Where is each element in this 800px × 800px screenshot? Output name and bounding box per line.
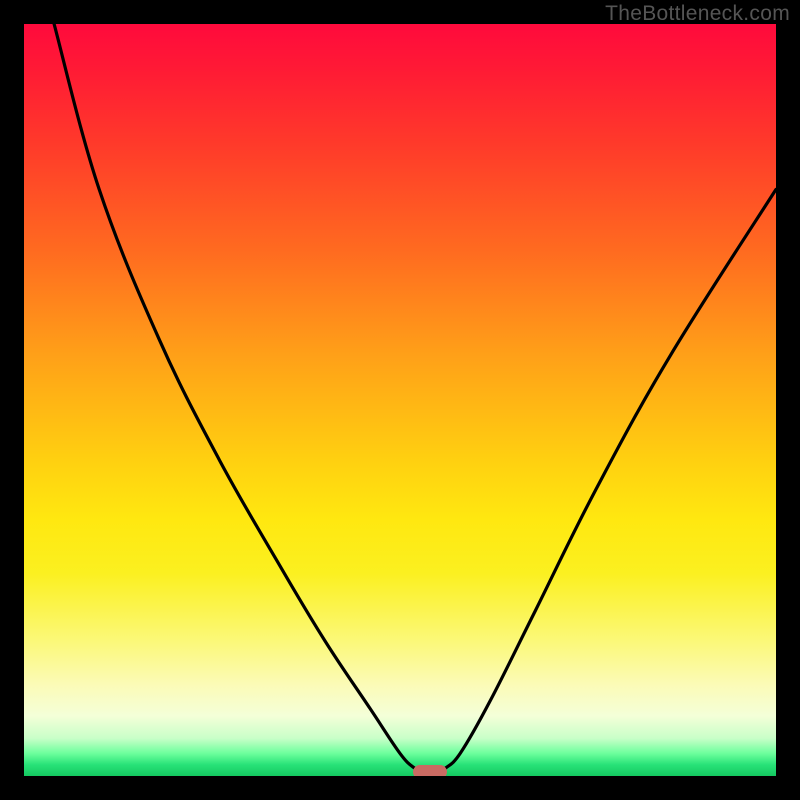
bottleneck-curve — [54, 24, 776, 774]
chart-frame: TheBottleneck.com — [0, 0, 800, 800]
optimal-marker — [413, 765, 447, 776]
plot-area — [24, 24, 776, 776]
curve-svg — [24, 24, 776, 776]
watermark-text: TheBottleneck.com — [605, 2, 790, 26]
